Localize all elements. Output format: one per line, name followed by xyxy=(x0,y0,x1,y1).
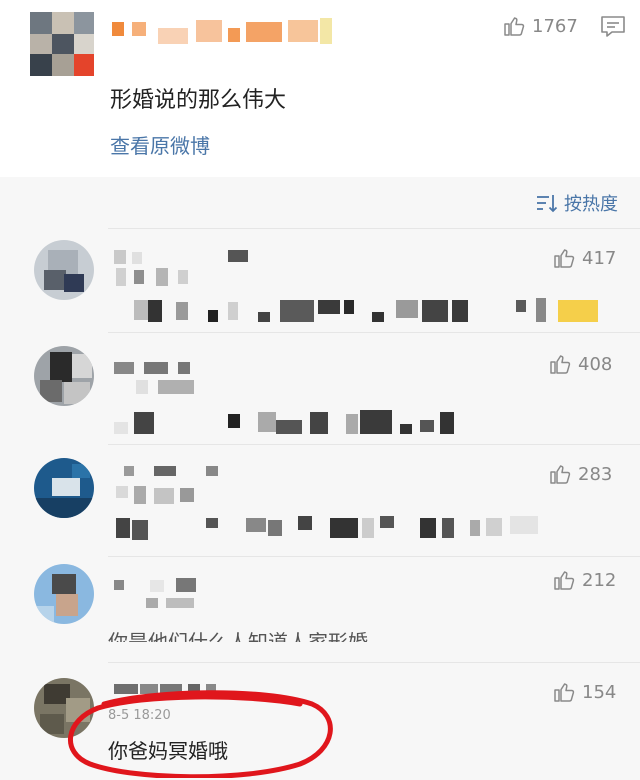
divider xyxy=(108,332,640,333)
thumbs-up-icon xyxy=(554,249,575,268)
like-count: 417 xyxy=(582,247,617,269)
comment-text: 你爸妈冥婚哦 xyxy=(108,739,228,763)
like-count: 154 xyxy=(582,681,617,703)
comment-icon[interactable] xyxy=(600,14,626,38)
like-button[interactable]: 212 xyxy=(552,568,616,592)
divider xyxy=(108,444,640,445)
thumbs-up-icon xyxy=(550,355,571,374)
avatar[interactable] xyxy=(34,346,94,406)
like-count: 283 xyxy=(578,463,613,485)
comment-text-partial: 你是他们什么人知道人家形婚 xyxy=(108,630,368,642)
sort-button[interactable]: 按热度 xyxy=(536,190,618,216)
highlight-circle xyxy=(68,690,333,778)
like-button[interactable]: 283 xyxy=(548,462,612,486)
avatar[interactable] xyxy=(34,458,94,518)
thumbs-up-icon xyxy=(554,571,575,590)
sort-label: 按热度 xyxy=(564,194,618,215)
avatar[interactable] xyxy=(34,678,94,738)
main-post: 1767 形婚说的那么伟大 查看原微博 xyxy=(0,0,640,177)
divider xyxy=(108,556,640,557)
like-count: 408 xyxy=(578,353,613,375)
comment-timestamp: 8-5 18:20 xyxy=(108,708,171,723)
view-original-link[interactable]: 查看原微博 xyxy=(110,130,210,159)
thumbs-up-icon xyxy=(550,465,571,484)
thumbs-up-icon xyxy=(504,17,525,36)
like-count: 1767 xyxy=(532,15,578,37)
sort-icon xyxy=(537,195,558,213)
like-button[interactable]: 408 xyxy=(548,352,612,376)
thumbs-up-icon xyxy=(554,683,575,702)
avatar[interactable] xyxy=(30,12,94,76)
avatar[interactable] xyxy=(34,240,94,300)
avatar[interactable] xyxy=(34,564,94,624)
divider xyxy=(108,228,640,229)
like-button[interactable]: 1767 xyxy=(502,14,578,38)
divider xyxy=(108,662,640,663)
like-button[interactable]: 417 xyxy=(552,246,616,270)
post-text: 形婚说的那么伟大 xyxy=(110,88,287,113)
like-button[interactable]: 154 xyxy=(552,680,616,704)
like-count: 212 xyxy=(582,569,617,591)
